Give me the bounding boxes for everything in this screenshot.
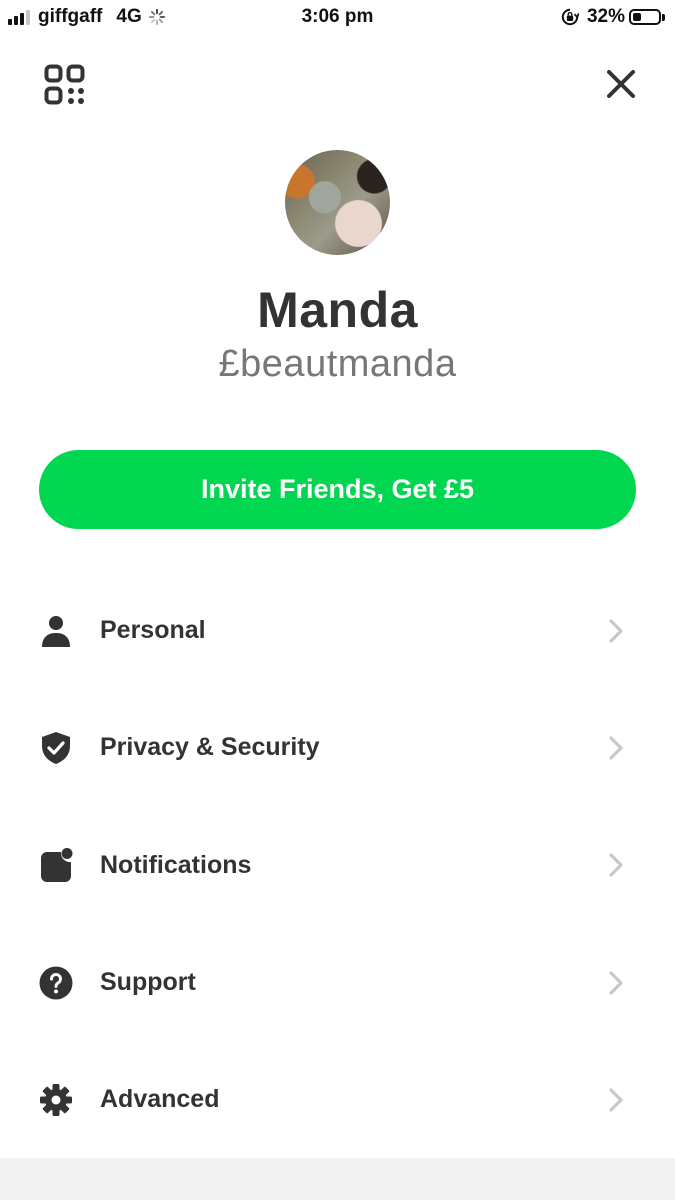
rotation-lock-icon [561,8,579,26]
bottom-sheet-edge [0,1158,675,1200]
gear-icon [40,1083,72,1116]
menu-item-label: Support [100,968,196,997]
qr-code-icon[interactable] [44,64,86,106]
chevron-right-icon [609,853,623,877]
question-icon [39,966,73,1000]
shield-check-icon [42,731,70,764]
menu-item-advanced[interactable]: Advanced [0,1041,675,1158]
invite-friends-button[interactable]: Invite Friends, Get £5 [39,450,636,529]
avatar[interactable] [285,150,390,255]
status-right: 32% [561,6,665,28]
battery-percent: 32% [586,6,625,27]
chevron-right-icon [609,1088,623,1112]
chevron-right-icon [609,736,623,760]
profile-name: Manda [257,282,418,338]
close-icon[interactable] [605,68,637,100]
chevron-right-icon [609,970,623,995]
menu-item-label: Privacy & Security [100,733,320,762]
chevron-right-icon [609,619,623,643]
profile-cashtag: £beautmanda [218,343,457,385]
settings-menu: Personal Privacy & Security Notification… [0,572,675,1158]
menu-item-support[interactable]: Support [0,924,675,1041]
menu-item-label: Notifications [100,850,252,879]
menu-item-label: Advanced [100,1085,220,1114]
menu-item-label: Personal [100,616,206,645]
menu-item-personal[interactable]: Personal [0,572,675,689]
status-bar: giffgaff 4G 3:06 pm 32% [0,0,675,36]
person-icon [42,615,70,647]
notification-badge-icon [41,848,73,883]
menu-item-privacy-security[interactable]: Privacy & Security [0,689,675,806]
menu-item-notifications[interactable]: Notifications [0,807,675,924]
battery-icon [629,9,661,25]
battery-tip [662,13,665,21]
